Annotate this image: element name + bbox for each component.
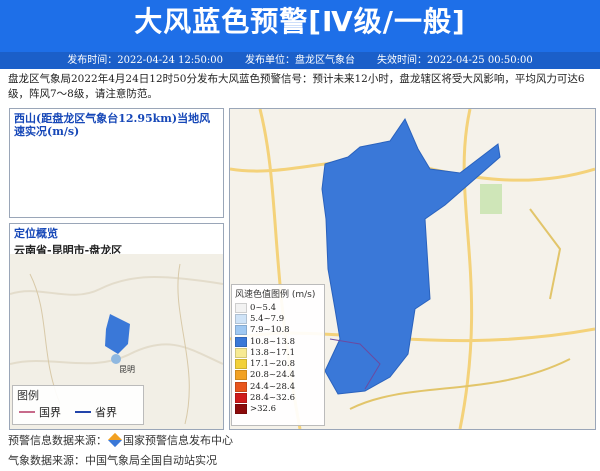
legend-item-national-border: 国界: [19, 404, 61, 420]
wind-legend-row: 24.4~28.4: [232, 381, 324, 392]
wind-legend-row: 17.1~20.8: [232, 358, 324, 370]
legend-item-provincial-border: 省界: [75, 404, 117, 420]
location-panel-title: 定位概览: [14, 227, 58, 240]
wind-legend-row: 10.8~13.8: [232, 336, 324, 347]
wind-legend-label: 28.4~32.6: [250, 393, 295, 404]
wind-legend-swatch: [235, 325, 247, 336]
station-panel-title: 西山(距盘龙区气象台12.95km)当地风速实况(m/s): [14, 112, 211, 138]
wind-legend-swatch: [235, 359, 247, 370]
warning-description: 盘龙区气象局2022年4月24日12时50分发布大风蓝色预警信号：预计未来12小…: [8, 73, 585, 100]
wind-legend-label: 0~5.4: [250, 302, 277, 313]
wind-legend-swatch: [235, 336, 247, 347]
national-border-line-icon: [19, 411, 35, 413]
wind-legend-swatch: [235, 347, 247, 358]
wind-legend-row: 28.4~32.6: [232, 392, 324, 404]
warning-source-line: 预警信息数据来源： 国家预警信息发布中心: [8, 432, 233, 448]
wind-legend-row: 20.8~24.4: [232, 370, 324, 381]
wind-legend-label: 10.8~13.8: [250, 336, 295, 347]
wind-legend-row: >32.6: [232, 404, 324, 415]
wind-legend-row: 5.4~7.9: [232, 313, 324, 324]
station-wind-panel: 西山(距盘龙区气象台12.95km)当地风速实况(m/s): [9, 108, 224, 218]
wind-legend-swatch: [235, 381, 247, 392]
kunming-label: 昆明: [119, 365, 135, 374]
wind-legend-label: >32.6: [250, 404, 277, 415]
warning-meta-bar: 发布时间：2022-04-24 12:50:00 发布单位：盘龙区气象台 失效时…: [0, 52, 600, 69]
wind-legend-label: 13.8~17.1: [250, 347, 295, 358]
publisher: 发布单位：盘龙区气象台: [245, 55, 355, 66]
wind-legend-swatch: [235, 404, 247, 415]
wind-legend-swatch: [235, 393, 247, 404]
location-legend: 图例 国界 省界: [12, 385, 144, 425]
provincial-border-line-icon: [75, 411, 91, 413]
expire-time: 失效时间：2022-04-25 00:50:00: [377, 55, 533, 66]
wind-legend-label: 17.1~20.8: [250, 359, 295, 370]
wind-legend-swatch: [235, 370, 247, 381]
warning-source-label: 预警信息数据来源：: [8, 434, 107, 447]
wind-legend-title: 风速色值图例 (m/s): [235, 290, 316, 300]
wind-legend-label: 20.8~24.4: [250, 370, 295, 381]
wind-legend-row: 7.9~10.8: [232, 325, 324, 336]
warning-banner: 大风蓝色预警[Ⅳ级/一般]: [0, 0, 600, 52]
wind-legend-swatch: [235, 302, 247, 313]
wind-legend-label: 24.4~28.4: [250, 381, 295, 392]
warning-source-icon: [107, 432, 123, 448]
location-legend-title: 图例: [17, 389, 39, 402]
wind-legend-row: 13.8~17.1: [232, 347, 324, 358]
wind-legend-label: 7.9~10.8: [250, 325, 290, 336]
wind-legend-label: 5.4~7.9: [250, 313, 285, 324]
wind-legend-swatch: [235, 313, 247, 324]
warning-source-link[interactable]: 国家预警信息发布中心: [123, 432, 233, 448]
warning-title: 大风蓝色预警[Ⅳ级/一般]: [134, 5, 466, 38]
weather-source-line: 气象数据来源：中国气象局全国自动站实况: [8, 454, 217, 467]
wind-speed-legend: 风速色值图例 (m/s) 0~5.4 5.4~7.9 7.9~10.8 10.8~13…: [231, 284, 325, 426]
publish-time: 发布时间：2022-04-24 12:50:00: [67, 55, 223, 66]
wind-legend-row: 0~5.4: [232, 302, 324, 313]
